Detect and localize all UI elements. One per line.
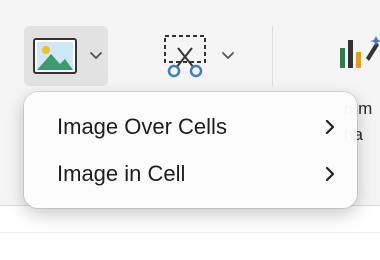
- ribbon-group-separator: [272, 26, 273, 86]
- screenshot-button[interactable]: [156, 26, 242, 86]
- menu-item-image-in-cell[interactable]: Image in Cell: [32, 152, 349, 196]
- recommended-charts-icon: [340, 36, 380, 68]
- chevron-down-icon[interactable]: [222, 52, 234, 60]
- chevron-down-icon[interactable]: [90, 52, 102, 60]
- menu-item-label: Image Over Cells: [57, 114, 227, 139]
- recommended-charts-button[interactable]: [336, 30, 380, 79]
- picture-button[interactable]: [24, 26, 108, 86]
- chevron-right-icon: [325, 119, 335, 135]
- screenshot-scissors-icon: [164, 35, 206, 78]
- chevron-right-icon: [325, 166, 335, 182]
- sheet-gridline: [0, 232, 380, 233]
- menu-item-image-over-cells[interactable]: Image Over Cells: [32, 105, 349, 149]
- picture-dropdown-menu: Image Over Cells Image in Cell: [24, 92, 357, 208]
- menu-item-label: Image in Cell: [57, 161, 186, 186]
